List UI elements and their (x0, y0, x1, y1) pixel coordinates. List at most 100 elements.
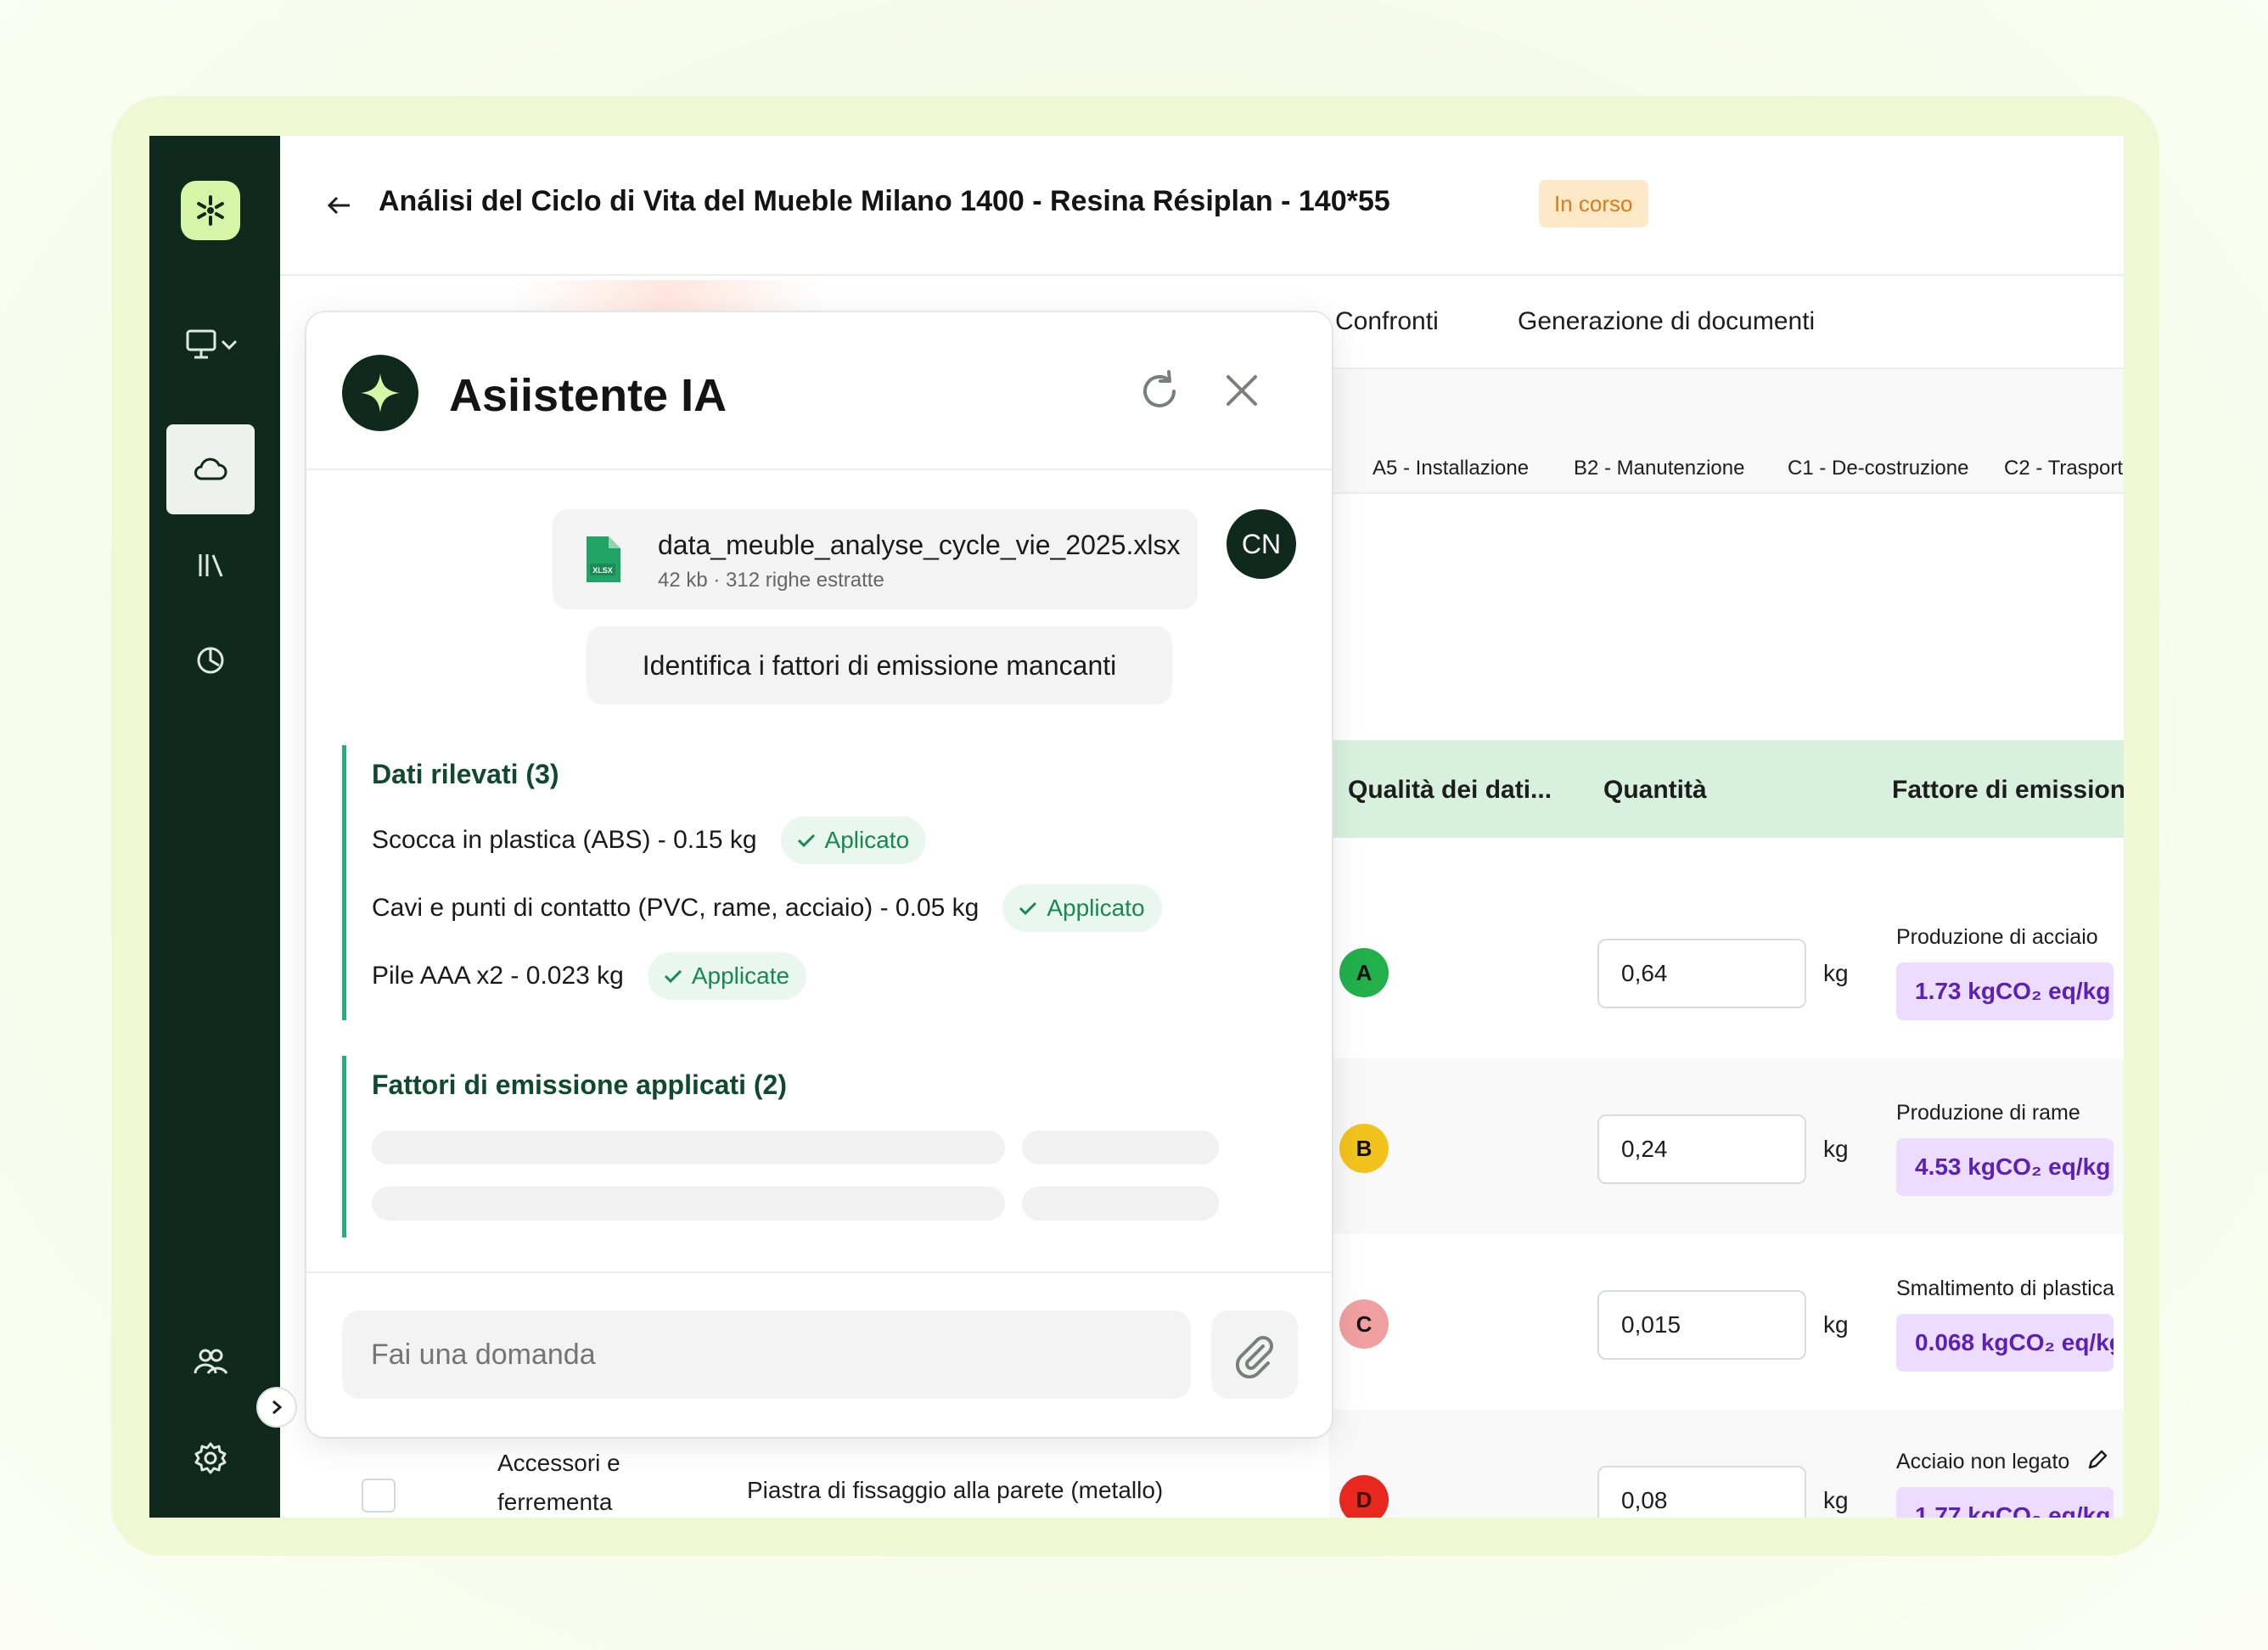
chevron-right-icon (272, 1400, 283, 1415)
check-icon (664, 969, 682, 984)
detected-item: Scocca in plastica (ABS) - 0.15 kg Aplic… (372, 817, 927, 864)
subtab-content (1329, 492, 2124, 721)
close-button[interactable] (1223, 372, 1260, 413)
pencil-icon (2088, 1450, 2108, 1469)
monitor-menu[interactable] (178, 326, 246, 363)
detected-item: Cavi e punti di contatto (PVC, rame, acc… (372, 884, 1162, 932)
tab-highlight (514, 280, 820, 314)
emission-factor-value[interactable]: 1.73 kgCO₂ eq/kg (1896, 962, 2114, 1020)
paperclip-icon (1235, 1336, 1273, 1378)
chevron-down-icon (221, 340, 238, 351)
quality-grade-badge: B (1339, 1124, 1389, 1173)
assistant-footer (306, 1271, 1332, 1437)
emission-factor-name: Produzione di acciaio (1896, 925, 2098, 949)
unit-label: kg (1823, 1487, 1849, 1513)
nav-item-team[interactable] (192, 1344, 229, 1378)
nav-item-reports[interactable] (194, 643, 227, 677)
file-name: data_meuble_analyse_cycle_vie_2025.xlsx (658, 530, 1181, 560)
library-icon (199, 554, 223, 577)
logo-icon[interactable] (181, 181, 240, 240)
applied-status-label: Applicato (1047, 895, 1145, 921)
section-title: Dati rilevati (3) (372, 759, 559, 789)
nav-item-settings[interactable] (192, 1440, 229, 1477)
quality-grade-badge: A (1339, 948, 1389, 997)
monitor-icon (186, 329, 216, 359)
loading-skeleton (1022, 1187, 1219, 1221)
applied-status-pill[interactable]: Applicato (1002, 884, 1162, 932)
applied-status-pill[interactable]: Aplicato (780, 817, 927, 864)
emission-factor-value[interactable]: 0.068 kgCO₂ eq/kg (1896, 1314, 2114, 1372)
emission-factor-value[interactable]: 1.77 kgCO₂ eq/kg (1896, 1487, 2114, 1518)
back-arrow-icon (327, 196, 350, 215)
page-header: Análisi del Ciclo di Vita del Mueble Mil… (280, 136, 2124, 276)
column-header-emission-factor[interactable]: Fattore di emission (1892, 776, 2124, 805)
detected-item: Pile AAA x2 - 0.023 kg Applicate (372, 952, 807, 1000)
subtab-c2[interactable]: C2 - Trasport (2004, 457, 2123, 480)
back-button[interactable] (326, 194, 353, 222)
user-message: Identifica i fattori di emissione mancan… (587, 626, 1172, 704)
nav-item-library[interactable] (194, 548, 227, 582)
quality-grade-badge: C (1339, 1299, 1389, 1349)
detected-item-text: Pile AAA x2 - 0.023 kg (372, 962, 624, 990)
nav-item-cloud[interactable] (166, 424, 255, 514)
subtab-b2[interactable]: B2 - Manutenzione (1574, 457, 1744, 480)
app-screen: Análisi del Ciclo di Vita del Mueble Mil… (149, 136, 2124, 1518)
quality-grade-badge: D (1339, 1475, 1389, 1518)
status-badge: In corso (1539, 180, 1648, 227)
loading-skeleton (372, 1131, 1005, 1165)
unit-label: kg (1823, 960, 1849, 986)
attach-button[interactable] (1211, 1310, 1298, 1399)
refresh-icon (1143, 370, 1176, 407)
unit-label: kg (1823, 1311, 1849, 1338)
edit-emission-factor-button[interactable] (2086, 1448, 2109, 1476)
xlsx-label: XLSX (592, 566, 613, 575)
assistant-header: Asiistente IA (306, 312, 1332, 470)
gear-icon (194, 1442, 227, 1474)
sidebar-expand-button[interactable] (256, 1387, 297, 1428)
applied-status-label: Applicate (691, 962, 790, 989)
column-header-quantity[interactable]: Quantità (1603, 776, 1707, 805)
sparkle-icon (342, 355, 418, 431)
description-cell: Piastra di fissaggio alla parete (metall… (747, 1477, 1164, 1503)
chart-pie-icon (197, 647, 224, 674)
emission-factor-name: Acciaio non legato (1896, 1450, 2070, 1473)
section-title: Fattori di emissione applicati (2) (372, 1069, 787, 1100)
subtab-c1[interactable]: C1 - De-costruzione (1788, 457, 1968, 480)
avatar: CN (1227, 509, 1296, 579)
close-icon (1227, 375, 1257, 406)
page-title: Análisi del Ciclo di Vita del Mueble Mil… (379, 185, 1390, 217)
file-meta: 42 kb · 312 righe estratte (658, 569, 884, 592)
detected-item-text: Cavi e punti di contatto (PVC, rame, acc… (372, 894, 980, 922)
quantity-input[interactable]: 0,64 (1597, 939, 1806, 1008)
category-cell-line1: Accessori e (497, 1450, 620, 1476)
users-icon (194, 1349, 228, 1374)
quantity-input[interactable]: 0,24 (1597, 1114, 1806, 1184)
quantity-input[interactable]: 0,08 (1597, 1466, 1806, 1518)
attached-file-card[interactable]: XLSX data_meuble_analyse_cycle_vie_2025.… (553, 509, 1198, 609)
unit-label: kg (1823, 1136, 1849, 1162)
tab-confronti[interactable]: Confronti (1335, 307, 1439, 336)
applied-status-pill[interactable]: Applicate (647, 952, 807, 1000)
check-icon (1019, 901, 1037, 916)
applied-factors-section: Fattori di emissione applicati (2) (342, 1056, 1219, 1238)
assistant-title: Asiistente IA (449, 370, 727, 421)
applied-status-label: Aplicato (824, 827, 910, 853)
detected-item-text: Scocca in plastica (ABS) - 0.15 kg (372, 826, 757, 854)
detected-data-section: Dati rilevati (3) Scocca in plastica (AB… (342, 745, 1162, 1020)
cloud-icon (194, 457, 227, 480)
row-checkbox[interactable] (362, 1479, 396, 1512)
sidebar (149, 136, 280, 1518)
emission-factor-value[interactable]: 4.53 kgCO₂ eq/kg (1896, 1138, 2114, 1196)
table-header: Qualità dei dati... Quantità Fattore di … (1329, 740, 2124, 838)
refresh-button[interactable] (1137, 368, 1182, 418)
ai-assistant-panel: Asiistente IA XLSX data_meuble_analyse_c… (306, 312, 1332, 1437)
emission-factor-name: Produzione di rame (1896, 1101, 2080, 1125)
emission-factor-name: Smaltimento di plastica (1896, 1277, 2115, 1300)
tab-generazione-documenti[interactable]: Generazione di documenti (1518, 307, 1815, 336)
quantity-input[interactable]: 0,015 (1597, 1290, 1806, 1360)
column-header-quality[interactable]: Qualità dei dati... (1348, 776, 1552, 805)
check-icon (797, 833, 815, 848)
category-cell-line2: ferrementa (497, 1489, 613, 1515)
subtab-a5[interactable]: A5 - Installazione (1373, 457, 1529, 480)
question-input[interactable] (342, 1310, 1191, 1399)
